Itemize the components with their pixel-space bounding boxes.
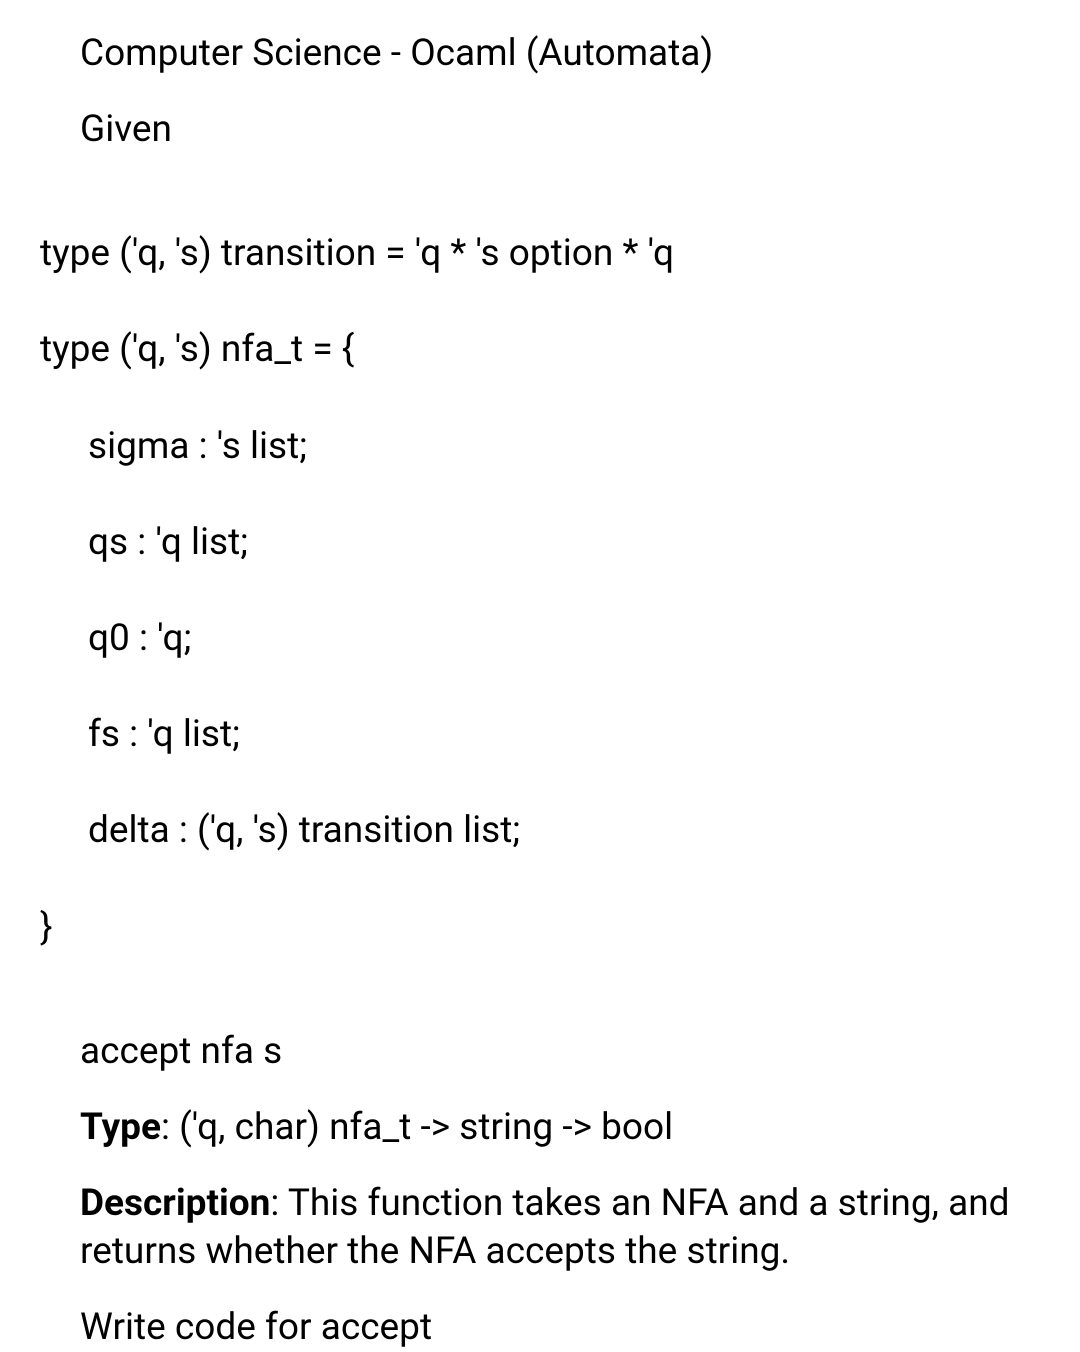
document-title: Computer Science - Ocaml (Automata)	[40, 30, 1040, 78]
code-line-3: sigma : 's list;	[40, 423, 1040, 471]
code-line-1: type ('q, 's) transition = 'q * 's optio…	[40, 230, 1040, 278]
code-line-2: type ('q, 's) nfa_t = {	[40, 326, 1040, 374]
code-line-7: delta : ('q, 's) transition list;	[40, 807, 1040, 855]
accept-header: accept nfa s	[40, 1028, 1040, 1076]
type-definition-block: type ('q, 's) transition = 'q * 's optio…	[40, 182, 1040, 1000]
description-line: Description: This function takes an NFA …	[40, 1180, 1040, 1276]
code-line-5: q0 : 'q;	[40, 615, 1040, 663]
type-value: : ('q, char) nfa_t -> string -> bool	[161, 1106, 673, 1149]
description-label: Description	[80, 1182, 270, 1225]
prompt-text: Write code for accept	[40, 1304, 1040, 1352]
code-line-8: }	[40, 904, 1040, 952]
type-line: Type: ('q, char) nfa_t -> string -> bool	[40, 1104, 1040, 1152]
type-label: Type	[80, 1106, 161, 1149]
given-label: Given	[40, 106, 1040, 154]
code-line-4: qs : 'q list;	[40, 519, 1040, 567]
code-line-6: fs : 'q list;	[40, 711, 1040, 759]
